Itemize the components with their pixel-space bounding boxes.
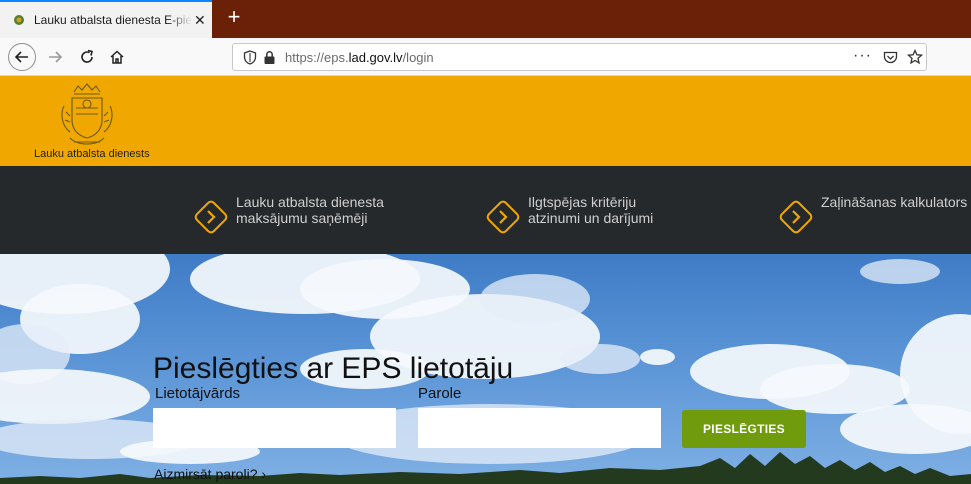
url-path: /login bbox=[402, 50, 434, 65]
browser-tab-bar: Lauku atbalsta dienesta E-pieteikšanās ✕… bbox=[0, 0, 971, 38]
nav-label-line: maksājumu saņēmēji bbox=[236, 210, 368, 226]
nav-label-line: atzinumi un darījumi bbox=[528, 210, 654, 226]
url-prefix: https://eps. bbox=[285, 50, 349, 65]
page-actions-menu[interactable]: ··· bbox=[853, 47, 872, 65]
forgot-password-link[interactable]: Aizmirsāt paroli? › bbox=[154, 466, 266, 482]
home-icon bbox=[110, 50, 124, 64]
logo-text: Lauku atbalsta dienests bbox=[34, 148, 150, 160]
nav-label-line: Lauku atbalsta dienesta bbox=[236, 194, 384, 210]
hero-login-section: Pieslēgties ar EPS lietotāju Lietotājvār… bbox=[0, 254, 971, 484]
new-tab-button[interactable]: + bbox=[222, 6, 246, 30]
nav-item-sustainability-criteria[interactable]: Ilgtspējas kritēriju atzinumi un darījum… bbox=[484, 194, 653, 236]
nav-label: Lauku atbalsta dienesta maksājumu saņēmē… bbox=[236, 194, 384, 226]
password-input[interactable] bbox=[418, 408, 661, 448]
nav-label-line: Zaļināšanas kalkulators bbox=[821, 194, 968, 210]
browser-tab[interactable]: Lauku atbalsta dienesta E-pieteikšanās ✕ bbox=[0, 0, 212, 38]
reload-button[interactable] bbox=[74, 44, 100, 70]
site-favicon-icon bbox=[14, 15, 24, 25]
bookmark-star-icon[interactable] bbox=[907, 49, 923, 65]
site-nav: Lauku atbalsta dienesta maksājumu saņēmē… bbox=[0, 166, 971, 254]
browser-toolbar: https://eps.lad.gov.lv/login ··· bbox=[0, 38, 971, 76]
forward-button[interactable] bbox=[42, 44, 68, 70]
password-label: Parole bbox=[418, 385, 462, 402]
login-title: Pieslēgties ar EPS lietotāju bbox=[153, 352, 514, 386]
arrow-left-icon bbox=[14, 51, 28, 63]
login-submit-button[interactable]: PIESLĒGTIES bbox=[682, 410, 806, 448]
coat-of-arms-logo[interactable] bbox=[56, 82, 118, 150]
url-host: lad.gov.lv bbox=[348, 50, 403, 65]
arrow-right-icon bbox=[49, 51, 63, 63]
site-header: Lauku atbalsta dienests bbox=[0, 76, 971, 166]
pocket-icon[interactable] bbox=[883, 50, 898, 65]
url-bar[interactable]: https://eps.lad.gov.lv/login ··· bbox=[232, 43, 927, 71]
chevron-diamond-icon bbox=[486, 200, 520, 234]
chevron-diamond-icon bbox=[779, 200, 813, 234]
username-label: Lietotājvārds bbox=[155, 385, 241, 402]
forest-silhouette bbox=[0, 452, 971, 484]
nav-label-line: Ilgtspējas kritēriju bbox=[528, 194, 637, 210]
chevron-diamond-icon bbox=[194, 200, 228, 234]
nav-item-payment-recipients[interactable]: Lauku atbalsta dienesta maksājumu saņēmē… bbox=[192, 194, 384, 236]
home-button[interactable] bbox=[104, 44, 130, 70]
tab-close-icon[interactable]: ✕ bbox=[194, 13, 206, 27]
tracking-shield-icon[interactable] bbox=[243, 50, 257, 65]
back-button[interactable] bbox=[8, 43, 36, 71]
nav-label: Zaļināšanas kalkulators bbox=[821, 194, 967, 210]
username-input[interactable] bbox=[153, 408, 396, 448]
lock-icon[interactable] bbox=[263, 50, 276, 65]
tab-title: Lauku atbalsta dienesta E-pieteikšanās bbox=[34, 13, 192, 27]
nav-item-greening-calculator[interactable]: Zaļināšanas kalkulators bbox=[777, 194, 967, 236]
reload-icon bbox=[81, 49, 93, 63]
url-text[interactable]: https://eps.lad.gov.lv/login bbox=[285, 50, 434, 65]
nav-label: Ilgtspējas kritēriju atzinumi un darījum… bbox=[528, 194, 653, 226]
